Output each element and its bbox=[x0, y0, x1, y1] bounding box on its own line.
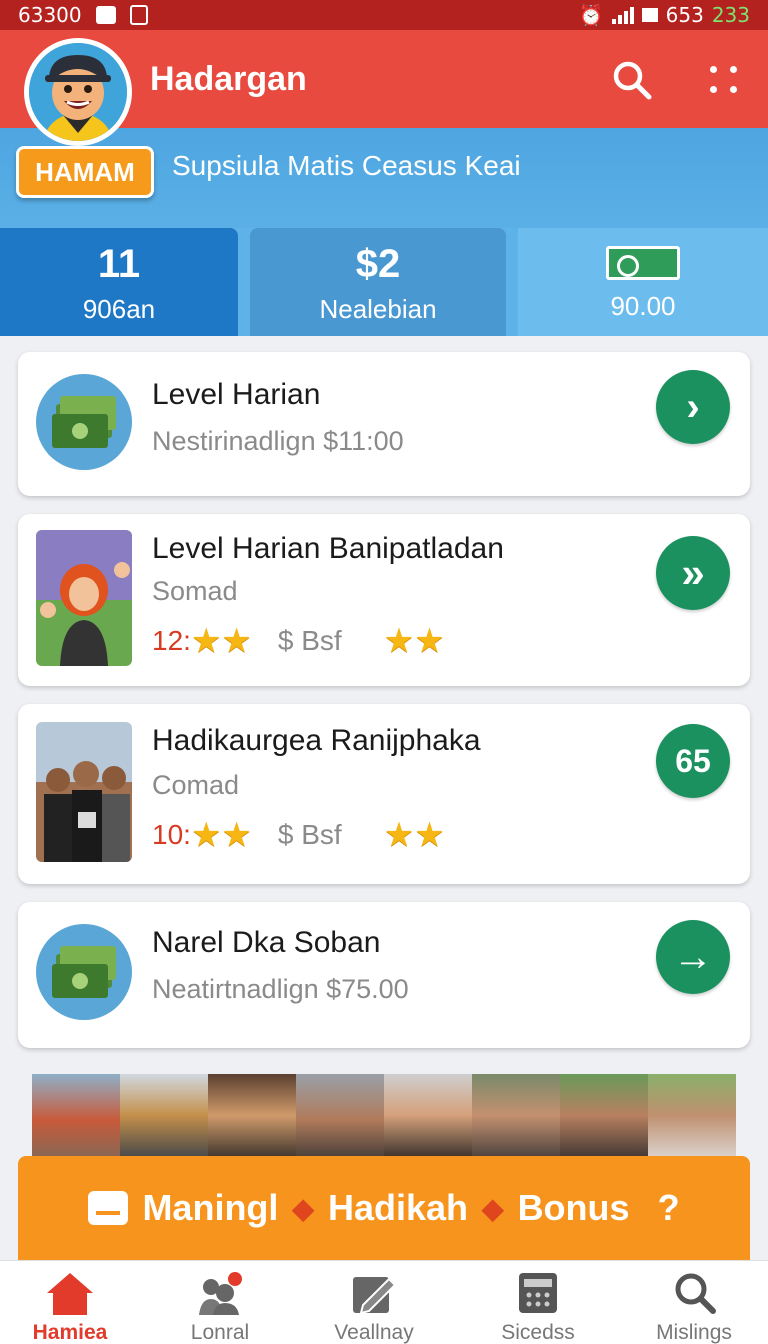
rating-row: 12: ★★ $ Bsf ★★ bbox=[152, 624, 445, 658]
photo-thumbnail bbox=[32, 1074, 120, 1166]
diamond-separator-icon: ◆ bbox=[292, 1192, 314, 1224]
photo-strip[interactable] bbox=[32, 1074, 736, 1166]
ticket-icon bbox=[88, 1191, 129, 1225]
star-icon: ★★ bbox=[190, 816, 252, 854]
stat-tile-1[interactable]: 11 906an bbox=[0, 228, 238, 336]
star-icon: ★★ bbox=[383, 816, 445, 854]
group-photo-icon bbox=[36, 722, 132, 862]
money-icon bbox=[606, 246, 680, 280]
nav-label: Lonral bbox=[190, 1321, 250, 1344]
calculator-icon bbox=[513, 1271, 563, 1315]
card-subtitle: Nestirinadlign $11:00 bbox=[152, 426, 404, 456]
bonus-text-3: Bonus bbox=[517, 1187, 630, 1228]
nav-home[interactable]: Hamiea bbox=[0, 1261, 140, 1344]
nav-edit[interactable]: Veallnay bbox=[304, 1261, 444, 1344]
count-button[interactable]: 65 bbox=[656, 724, 730, 798]
photo-thumbnail bbox=[472, 1074, 560, 1166]
bonus-text-2: Hadikah bbox=[327, 1187, 469, 1228]
status-time: 63300 bbox=[18, 3, 82, 27]
home-icon bbox=[45, 1271, 95, 1315]
more-dot bbox=[730, 66, 737, 73]
price-label: $ Bsf bbox=[277, 819, 342, 850]
list-item[interactable]: Level Harian Nestirinadlign $11:00 › bbox=[18, 352, 750, 496]
money-stack-icon bbox=[36, 374, 132, 470]
nav-people[interactable]: Lonral bbox=[150, 1261, 290, 1344]
card-subtitle: Comad bbox=[152, 770, 240, 800]
app-notification-icon bbox=[129, 5, 148, 25]
person-illustration-icon bbox=[36, 530, 132, 666]
nav-label: Sicedss bbox=[501, 1321, 575, 1344]
money-stack-icon bbox=[36, 924, 132, 1020]
rating-number: 10: bbox=[152, 819, 191, 850]
photo-thumbnail bbox=[296, 1074, 384, 1166]
star-icon: ★★ bbox=[383, 622, 445, 660]
photo-thumbnail bbox=[208, 1074, 296, 1166]
go-button[interactable]: → bbox=[656, 920, 730, 994]
rating-row: 10: ★★ $ Bsf ★★ bbox=[152, 818, 445, 852]
go-button[interactable]: » bbox=[656, 536, 730, 610]
nav-label: Veallnay bbox=[334, 1321, 414, 1344]
notification-icon bbox=[95, 6, 116, 24]
card-title: Hadikaurgea Ranijphaka bbox=[152, 724, 481, 757]
stat-label: 906an bbox=[82, 294, 156, 324]
stat-tile-3[interactable]: 90.00 bbox=[518, 228, 768, 336]
nav-search[interactable]: Mislings bbox=[624, 1261, 764, 1344]
avatar[interactable] bbox=[24, 38, 132, 146]
bonus-button[interactable]: Maningl ◆ Hadikah ◆ Bonus ? bbox=[18, 1156, 750, 1260]
stat-label: Nealebian bbox=[319, 294, 437, 324]
photo-thumbnail bbox=[384, 1074, 472, 1166]
stat-label: 90.00 bbox=[610, 291, 676, 321]
stat-value: 11 bbox=[97, 242, 141, 286]
bonus-question: ? bbox=[657, 1187, 680, 1228]
more-dot bbox=[730, 86, 737, 93]
diamond-separator-icon: ◆ bbox=[482, 1192, 504, 1224]
price-label: $ Bsf bbox=[277, 625, 342, 656]
status-bar: 63300 ⏰ 653 233 bbox=[0, 0, 768, 30]
banner-badge[interactable]: HAMAM bbox=[16, 146, 154, 198]
more-dot bbox=[710, 86, 717, 93]
star-icon: ★★ bbox=[190, 622, 252, 660]
list-item[interactable]: Level Harian Banipatladan Somad 12: ★★ $… bbox=[18, 514, 750, 686]
card-subtitle: Neatirtnadlign $75.00 bbox=[152, 974, 409, 1004]
stat-value: $2 bbox=[355, 242, 401, 286]
banner-text: Supsiula Matis Ceasus Keai bbox=[172, 150, 521, 181]
cartoon-avatar-icon bbox=[29, 43, 127, 141]
search-button[interactable] bbox=[610, 58, 654, 102]
card-subtitle: Somad bbox=[152, 576, 238, 606]
search-icon bbox=[613, 61, 652, 100]
alarm-icon: ⏰ bbox=[578, 3, 604, 27]
list-item[interactable]: Hadikaurgea Ranijphaka Comad 10: ★★ $ Bs… bbox=[18, 704, 750, 884]
nav-label: Hamiea bbox=[32, 1321, 108, 1344]
people-icon bbox=[195, 1271, 245, 1315]
status-right-text: 653 bbox=[665, 3, 704, 27]
search-icon bbox=[669, 1271, 719, 1315]
status-right-accent: 233 bbox=[711, 3, 750, 27]
signal-icon bbox=[611, 6, 634, 24]
rating-number: 12: bbox=[152, 625, 191, 656]
card-title: Level Harian Banipatladan bbox=[152, 532, 504, 565]
edit-icon bbox=[349, 1271, 399, 1315]
bottom-navigation: Hamiea Lonral Veallnay Sicedss Mislings bbox=[0, 1260, 768, 1344]
photo-thumbnail bbox=[560, 1074, 648, 1166]
battery-icon bbox=[641, 8, 658, 22]
nav-label: Mislings bbox=[656, 1321, 732, 1344]
card-title: Level Harian bbox=[152, 378, 321, 411]
stat-tile-2[interactable]: $2 Nealebian bbox=[250, 228, 506, 336]
photo-thumbnail bbox=[648, 1074, 736, 1166]
list-item[interactable]: Narel Dka Soban Neatirtnadlign $75.00 → bbox=[18, 902, 750, 1048]
app-title: Hadargan bbox=[150, 60, 307, 98]
nav-calculator[interactable]: Sicedss bbox=[468, 1261, 608, 1344]
bonus-text-1: Maningl bbox=[142, 1187, 279, 1228]
card-title: Narel Dka Soban bbox=[152, 926, 381, 959]
photo-thumbnail bbox=[120, 1074, 208, 1166]
more-button[interactable] bbox=[706, 60, 744, 100]
more-dot bbox=[710, 66, 717, 73]
go-button[interactable]: › bbox=[656, 370, 730, 444]
